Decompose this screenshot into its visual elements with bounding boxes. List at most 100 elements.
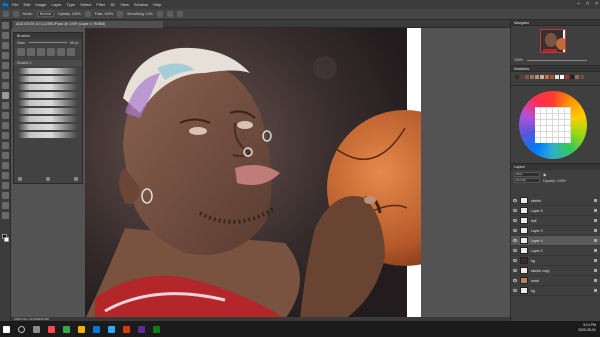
color-swatch[interactable] [540,75,544,79]
close-icon[interactable]: × [595,1,598,7]
trash-icon[interactable] [74,177,78,181]
color-swatch[interactable] [580,75,584,79]
document-tab[interactable]: ADD ATION 10 CLOSEUP.psd @ 100% (Layer 4… [13,21,163,28]
artwork-canvas[interactable] [85,28,421,319]
airbrush-icon[interactable] [117,11,124,17]
color-swatch[interactable] [560,75,564,79]
windows-start-icon[interactable] [3,325,10,333]
color-grid[interactable] [535,107,571,143]
menu-type[interactable]: Type [67,2,76,7]
brush-tool-icon[interactable] [3,11,9,17]
brush-preset[interactable] [27,48,35,56]
dodge-tool-icon[interactable] [1,152,9,159]
layer-row[interactable]: Layer 2 [511,246,600,256]
eye-icon[interactable] [513,239,517,242]
pressure-opacity-icon[interactable] [84,11,91,17]
layer-row[interactable]: ball [511,216,600,226]
brush-group-folder[interactable]: Scratch 1 [14,60,82,66]
eye-icon[interactable] [513,249,517,252]
mode-select[interactable]: Normal [36,11,55,17]
brush-preset[interactable] [47,48,55,56]
canvas-area[interactable] [11,28,510,319]
color-swatch[interactable] [535,75,539,79]
move-tool-icon[interactable] [1,22,9,29]
photoshop-taskbar-icon[interactable] [108,325,115,333]
minimize-icon[interactable]: – [577,1,580,7]
app-icon[interactable] [123,325,130,333]
app-icon[interactable] [153,325,160,333]
layer-row[interactable]: Layer 3 [511,226,600,236]
menu-3d[interactable]: 3D [110,2,115,7]
path-select-tool-icon[interactable] [1,182,9,189]
brush-preset[interactable] [17,48,25,56]
shape-tool-icon[interactable] [1,192,9,199]
clone-stamp-tool-icon[interactable] [1,102,9,109]
layer-row[interactable]: Layer 5 [511,206,600,216]
flow-value[interactable]: Flow: 100% [95,12,113,16]
menu-view[interactable]: View [120,2,129,7]
quick-select-tool-icon[interactable] [1,52,9,59]
brush-preset-picker-icon[interactable] [13,11,19,17]
menu-window[interactable]: Window [134,2,148,7]
menu-image[interactable]: Image [35,2,46,7]
type-tool-icon[interactable] [1,172,9,179]
app-icon[interactable] [63,325,70,333]
eye-icon[interactable] [513,289,517,292]
layer-row[interactable]: head [511,276,600,286]
gear-icon[interactable] [156,11,163,17]
brush-stroke-preview[interactable] [18,68,78,74]
app-icon[interactable] [48,325,55,333]
blend-mode-select[interactable]: Normal [514,178,540,183]
maximize-icon[interactable]: □ [586,1,589,7]
brush-size-slider[interactable] [28,42,67,43]
filter-icon[interactable]: ▣ [543,173,546,177]
crop-tool-icon[interactable] [1,62,9,69]
symmetry-icon[interactable] [176,11,183,17]
layer-row[interactable]: sketch [511,196,600,206]
brush-stroke-preview[interactable] [18,116,78,122]
pen-tool-icon[interactable] [1,162,9,169]
brush-stroke-preview[interactable] [18,132,78,138]
layer-row[interactable]: Layer 4 [511,236,600,246]
app-icon[interactable] [138,325,145,333]
eye-icon[interactable] [513,209,517,212]
brush-stroke-preview[interactable] [18,108,78,114]
menu-edit[interactable]: Edit [23,2,30,7]
layer-row[interactable]: bg [511,286,600,296]
blur-tool-icon[interactable] [1,142,9,149]
search-icon[interactable] [18,325,25,333]
eye-icon[interactable] [513,199,517,202]
smoothing-value[interactable]: Smoothing: 10% [127,12,153,16]
marquee-tool-icon[interactable] [1,32,9,39]
menu-filter[interactable]: Filter [96,2,105,7]
brush-preset[interactable] [37,48,45,56]
eyedropper-tool-icon[interactable] [1,72,9,79]
navigator-zoom-slider[interactable] [527,60,587,61]
background-color-swatch[interactable] [4,237,9,242]
menu-layer[interactable]: Layer [51,2,61,7]
color-swatch[interactable] [545,75,549,79]
healing-tool-icon[interactable] [1,82,9,89]
history-brush-tool-icon[interactable] [1,112,9,119]
eraser-tool-icon[interactable] [1,122,9,129]
lasso-tool-icon[interactable] [1,42,9,49]
color-swatch[interactable] [520,75,524,79]
layer-row[interactable]: sketch copy [511,266,600,276]
folder-icon[interactable] [78,325,85,333]
gradient-tool-icon[interactable] [1,132,9,139]
opacity-value[interactable]: Opacity: 100% [58,12,81,16]
eye-icon[interactable] [513,219,517,222]
color-swatch[interactable] [515,75,519,79]
brush-stroke-preview[interactable] [18,92,78,98]
navigator-thumbnail[interactable] [540,29,566,53]
navigator-zoom-value[interactable]: 100% [514,58,523,62]
angle-icon[interactable] [166,11,173,17]
layer-filter-kind[interactable]: Kind [514,172,540,177]
brush-preset[interactable] [67,48,75,56]
color-swatch[interactable] [525,75,529,79]
menu-select[interactable]: Select [80,2,91,7]
eye-icon[interactable] [513,229,517,232]
brush-stroke-preview[interactable] [18,84,78,90]
color-swatch[interactable] [550,75,554,79]
menu-file[interactable]: File [12,2,18,7]
